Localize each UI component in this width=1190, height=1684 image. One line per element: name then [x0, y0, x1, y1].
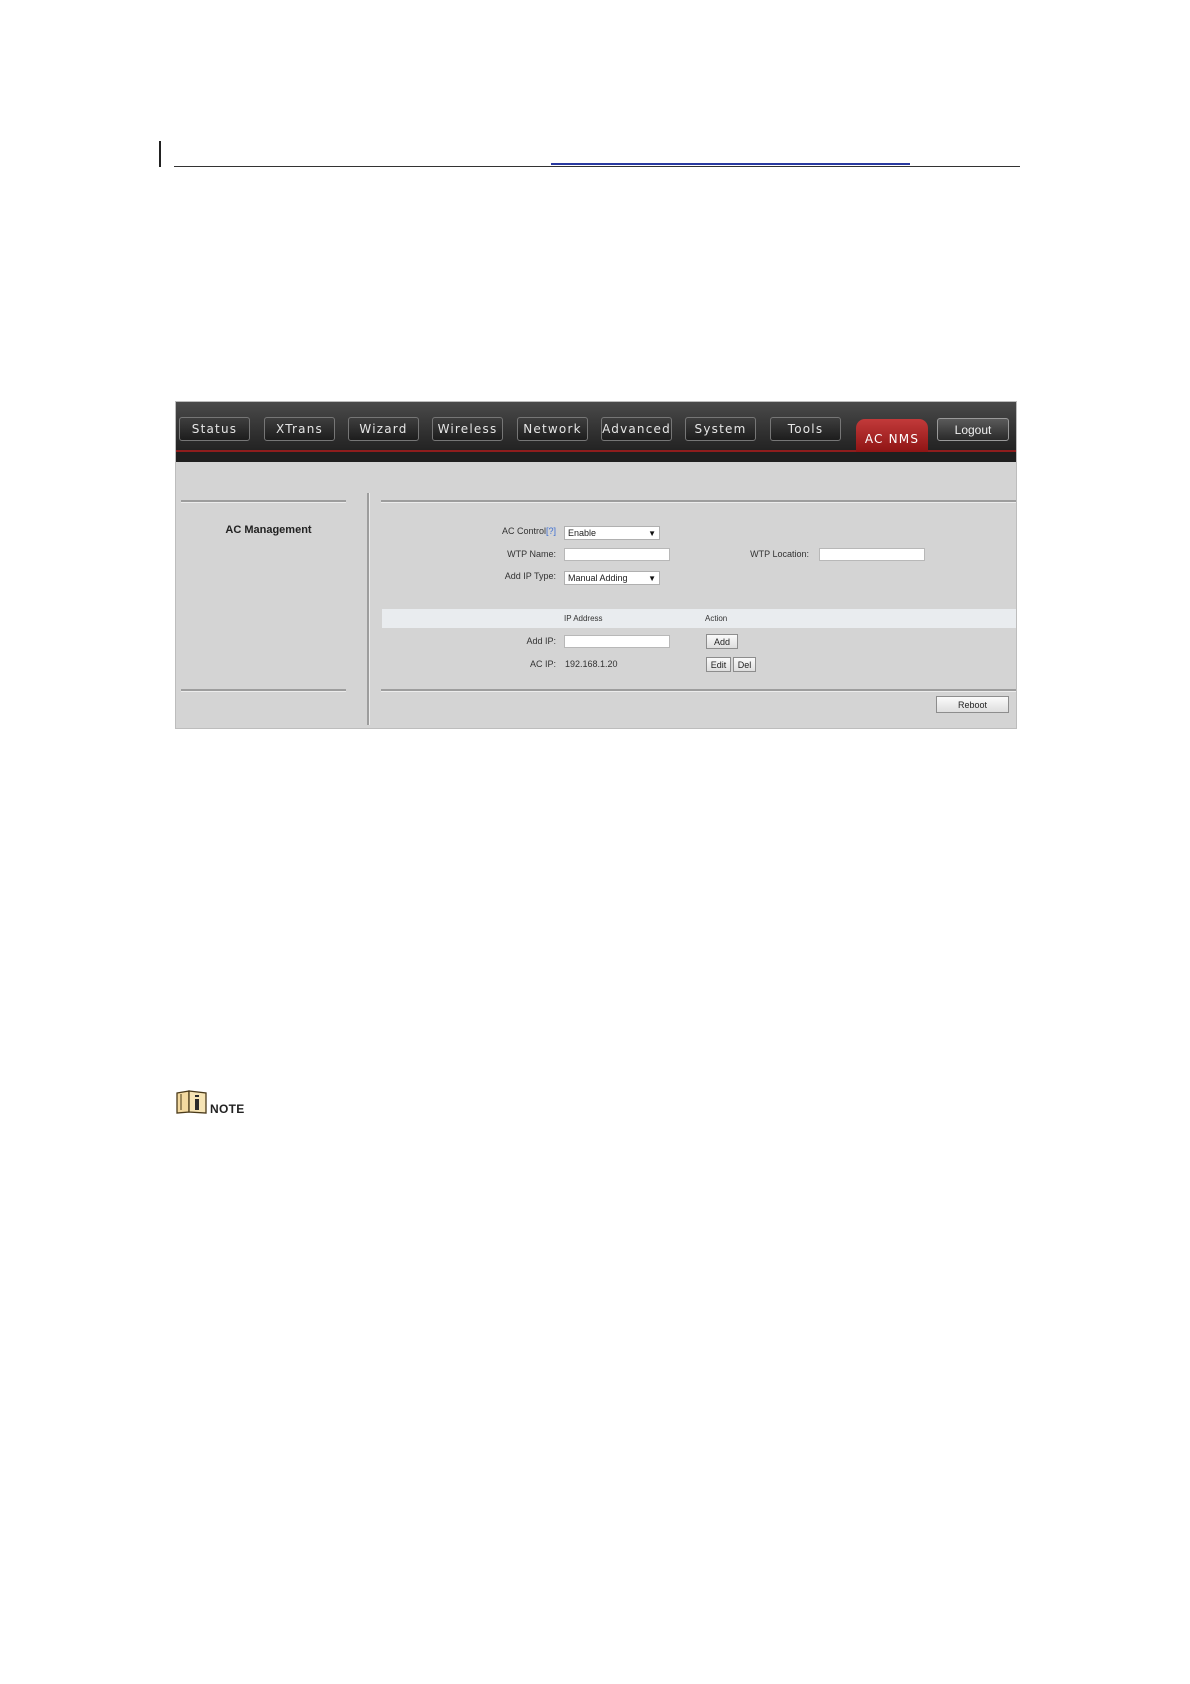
tab-wireless[interactable]: Wireless — [432, 417, 503, 441]
main-content: AC Management AC Control[?] Enable ▼ WTP… — [176, 462, 1016, 728]
sidebar-bottom-rule — [181, 689, 346, 692]
tab-xtrans[interactable]: XTrans — [264, 417, 335, 441]
tab-network[interactable]: Network — [517, 417, 588, 441]
tab-system[interactable]: System — [685, 417, 756, 441]
main-top-rule — [381, 500, 1016, 503]
header-margin-bar — [159, 141, 161, 167]
vertical-divider — [367, 493, 370, 725]
header-link-underline — [551, 163, 910, 165]
wtp-name-input[interactable] — [564, 548, 670, 561]
tab-tools[interactable]: Tools — [770, 417, 841, 441]
chevron-down-icon: ▼ — [648, 574, 656, 583]
tab-advanced[interactable]: Advanced — [601, 417, 672, 441]
add-ip-label: Add IP: — [526, 636, 556, 646]
top-navigation-bar: Status XTrans Wizard Wireless Network Ad… — [176, 402, 1016, 462]
column-header-ip-address: IP Address — [564, 614, 603, 623]
ip-table-header — [382, 609, 1016, 628]
note-book-icon — [175, 1090, 208, 1119]
add-ip-type-label: Add IP Type: — [504, 571, 556, 581]
ac-ip-label: AC IP: — [529, 659, 556, 669]
tab-status[interactable]: Status — [179, 417, 250, 441]
ac-control-select[interactable]: Enable ▼ — [564, 526, 660, 540]
add-button[interactable]: Add — [706, 634, 738, 649]
wtp-location-input[interactable] — [819, 548, 925, 561]
sidebar-item-ac-management[interactable]: AC Management — [186, 524, 351, 536]
wtp-name-label: WTP Name: — [507, 549, 556, 559]
help-icon[interactable]: [?] — [546, 526, 556, 536]
reboot-button[interactable]: Reboot — [936, 696, 1009, 713]
tab-wizard[interactable]: Wizard — [348, 417, 419, 441]
sidebar-top-rule — [181, 500, 346, 503]
chevron-down-icon: ▼ — [648, 529, 656, 538]
add-ip-input[interactable] — [564, 635, 670, 648]
nav-under-band — [176, 452, 1016, 462]
column-header-action: Action — [705, 614, 728, 623]
logout-button[interactable]: Logout — [937, 418, 1009, 441]
add-ip-type-select[interactable]: Manual Adding ▼ — [564, 571, 660, 585]
tab-ac-nms[interactable]: AC NMS — [856, 419, 928, 452]
ac-control-label-text: AC Control — [501, 526, 546, 536]
main-bottom-rule — [381, 689, 1016, 692]
router-web-ui-screenshot: Status XTrans Wizard Wireless Network Ad… — [175, 401, 1017, 729]
del-button[interactable]: Del — [733, 657, 756, 672]
edit-button[interactable]: Edit — [706, 657, 731, 672]
header-rule — [174, 166, 1020, 167]
ac-control-label: AC Control[?] — [502, 526, 556, 536]
note-label: NOTE — [210, 1102, 245, 1116]
ac-control-selected: Enable — [568, 528, 597, 538]
ac-ip-value: 192.168.1.20 — [565, 659, 618, 669]
wtp-location-label: WTP Location: — [750, 549, 809, 559]
add-ip-type-selected: Manual Adding — [568, 573, 628, 583]
